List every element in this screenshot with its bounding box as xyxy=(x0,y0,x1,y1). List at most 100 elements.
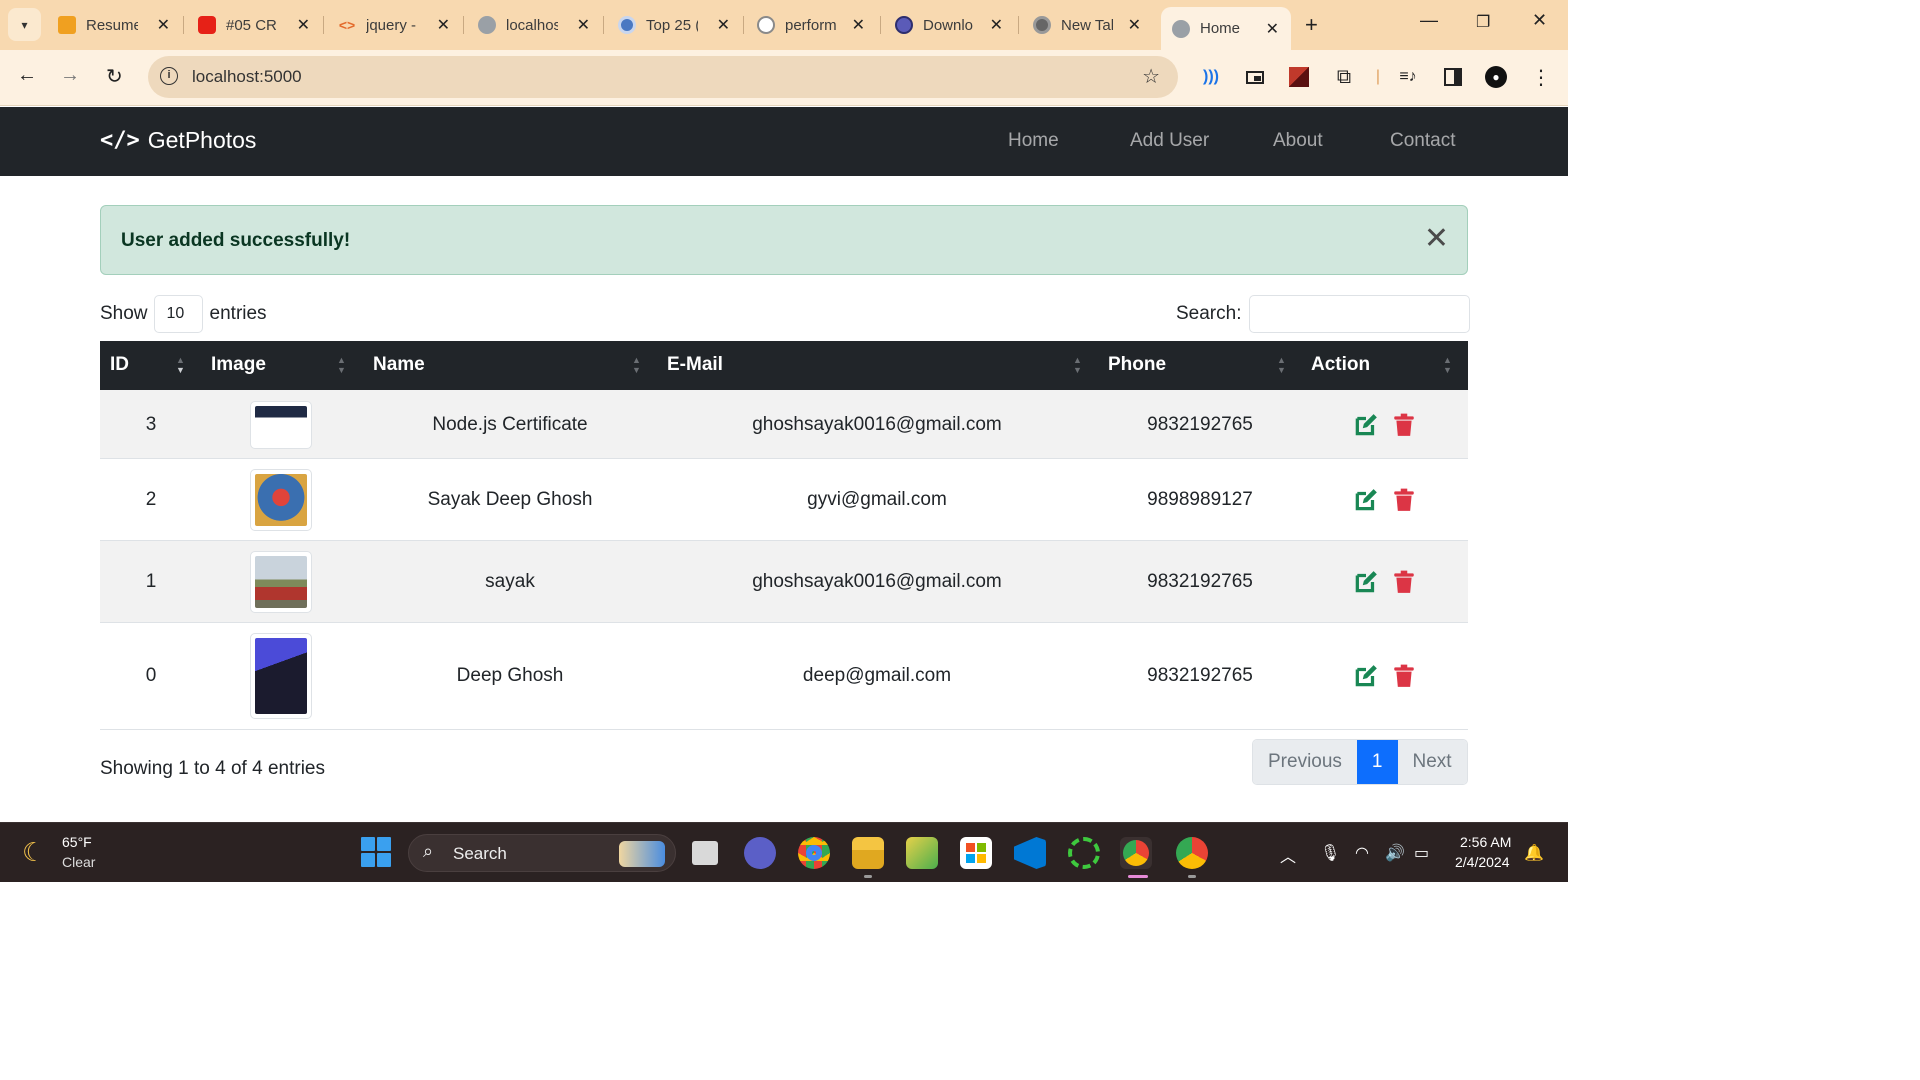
row-thumbnail[interactable] xyxy=(250,633,312,719)
side-panel-icon[interactable] xyxy=(1442,66,1464,88)
new-tab-plus-icon[interactable]: + xyxy=(1305,12,1318,38)
tab-close-icon[interactable]: ✕ xyxy=(852,15,865,35)
back-arrow-icon[interactable]: ← xyxy=(17,64,37,87)
cell-name: Deep Ghosh xyxy=(456,665,564,686)
chrome-profile-icon[interactable] xyxy=(1176,837,1208,869)
delete-trash-icon[interactable] xyxy=(1391,487,1417,513)
edit-icon[interactable] xyxy=(1353,569,1379,595)
alert-close-icon[interactable]: ✕ xyxy=(1424,222,1449,256)
nav-about[interactable]: About xyxy=(1273,130,1323,152)
nav-contact[interactable]: Contact xyxy=(1390,130,1455,152)
delete-trash-icon[interactable] xyxy=(1391,663,1417,689)
browser-tab[interactable]: Downlo ✕ xyxy=(895,9,1003,41)
page-button[interactable]: 1 xyxy=(1356,740,1398,784)
row-thumbnail[interactable] xyxy=(250,551,312,613)
tab-close-icon[interactable]: ✕ xyxy=(990,15,1003,35)
battery-icon[interactable]: ▭ xyxy=(1414,843,1429,863)
minimize-icon[interactable]: — xyxy=(1420,10,1438,31)
windows-start-icon[interactable] xyxy=(361,837,391,867)
microphone-icon[interactable]: 🎙 xyxy=(1320,843,1340,863)
task-view-icon[interactable] xyxy=(692,841,718,865)
edit-icon[interactable] xyxy=(1353,663,1379,689)
restore-icon[interactable]: ❐ xyxy=(1476,12,1490,32)
taskbar-search[interactable]: ⌕ Search xyxy=(408,834,676,872)
delete-trash-icon[interactable] xyxy=(1391,412,1417,438)
delete-trash-icon[interactable] xyxy=(1391,569,1417,595)
row-thumbnail[interactable] xyxy=(250,401,312,449)
media-control-icon[interactable]: ≡♪ xyxy=(1397,66,1419,88)
extension-icon[interactable] xyxy=(1288,66,1310,88)
col-header-image[interactable]: Image xyxy=(211,354,266,376)
col-header-email[interactable]: E-Mail xyxy=(667,354,723,376)
reload-icon[interactable]: ↻ xyxy=(106,64,123,89)
col-header-id[interactable]: ID xyxy=(110,354,129,376)
col-header-action[interactable]: Action xyxy=(1311,354,1370,376)
brand-link[interactable]: </> GetPhotos xyxy=(100,127,256,154)
sort-icon[interactable]: ▲ ▼ xyxy=(1073,355,1082,375)
weather-condition[interactable]: Clear xyxy=(62,854,95,870)
vscode-icon[interactable] xyxy=(1014,837,1046,869)
browser-tab[interactable]: Top 25 ( ✕ xyxy=(618,9,730,41)
microsoft-store-icon[interactable] xyxy=(960,837,992,869)
col-header-name[interactable]: Name xyxy=(373,354,425,376)
edit-icon[interactable] xyxy=(1353,412,1379,438)
sort-desc-icon[interactable]: ▲ ▼ xyxy=(176,355,185,375)
app-icon[interactable] xyxy=(1068,837,1100,869)
volume-icon[interactable]: 🔊 xyxy=(1385,843,1405,863)
profile-avatar[interactable]: ● xyxy=(1485,66,1507,88)
search-input[interactable] xyxy=(1249,295,1471,333)
browser-tab[interactable]: localhos ✕ xyxy=(478,9,590,41)
row-thumbnail[interactable] xyxy=(250,469,312,531)
tab-search-chevron-icon[interactable]: ▾ xyxy=(8,8,41,41)
nav-home[interactable]: Home xyxy=(1008,130,1059,152)
moon-weather-icon[interactable]: ☾ xyxy=(22,837,45,868)
sort-icon[interactable]: ▲ ▼ xyxy=(1277,355,1286,375)
browser-tab[interactable]: Resume ✕ xyxy=(58,9,170,41)
chrome-icon xyxy=(1033,16,1051,34)
tab-close-icon[interactable]: ✕ xyxy=(577,15,590,35)
browser-tab[interactable]: #05 CRU ✕ xyxy=(198,9,310,41)
app-icon[interactable] xyxy=(906,837,938,869)
wifi-icon[interactable]: ◠ xyxy=(1355,843,1369,863)
picture-in-picture-icon[interactable] xyxy=(1244,66,1266,88)
tab-close-icon[interactable]: ✕ xyxy=(717,15,730,35)
url-text[interactable]: localhost:5000 xyxy=(192,67,302,87)
site-info-icon[interactable]: i xyxy=(160,67,178,85)
tab-close-icon[interactable]: ✕ xyxy=(157,15,170,35)
read-aloud-icon[interactable]: ))) xyxy=(1200,66,1222,88)
browser-tab[interactable]: <> jquery - ✕ xyxy=(338,9,450,41)
extensions-puzzle-icon[interactable]: ⧉ xyxy=(1333,66,1355,88)
sort-icon[interactable]: ▲ ▼ xyxy=(632,355,641,375)
browser-tab-active[interactable]: Home P ✕ xyxy=(1161,7,1291,50)
notification-bell-icon[interactable]: 🔔 xyxy=(1524,843,1544,863)
chrome-profile-icon[interactable] xyxy=(1120,837,1152,869)
browser-tab[interactable]: perform ✕ xyxy=(757,9,865,41)
bookmark-star-icon[interactable]: ☆ xyxy=(1142,64,1160,89)
window-close-icon[interactable]: ✕ xyxy=(1532,10,1547,31)
teams-meet-icon[interactable] xyxy=(744,837,776,869)
tray-overflow-chevron-icon[interactable]: ︿ xyxy=(1280,843,1296,867)
clock-time[interactable]: 2:56 AM xyxy=(1460,834,1511,850)
address-bar[interactable]: i localhost:5000 ☆ xyxy=(148,56,1178,98)
portrait-image xyxy=(255,638,307,714)
sort-icon[interactable]: ▲ ▼ xyxy=(337,355,346,375)
sort-icon[interactable]: ▲ ▼ xyxy=(1443,355,1452,375)
edit-icon[interactable] xyxy=(1353,487,1379,513)
tab-close-icon[interactable]: ✕ xyxy=(297,15,310,35)
browser-tab[interactable]: New Tal ✕ xyxy=(1033,9,1141,41)
menu-kebab-icon[interactable]: ⋮ xyxy=(1530,66,1552,89)
tab-close-icon[interactable]: ✕ xyxy=(437,15,450,35)
entries-select[interactable]: 10 xyxy=(153,295,203,333)
forward-arrow-icon[interactable]: → xyxy=(60,64,80,87)
file-explorer-icon[interactable] xyxy=(852,837,884,869)
nav-add-user[interactable]: Add User xyxy=(1130,130,1209,152)
col-header-phone[interactable]: Phone xyxy=(1108,354,1166,376)
chrome-icon[interactable] xyxy=(798,837,830,869)
tab-title: perform xyxy=(785,16,837,34)
next-button[interactable]: Next xyxy=(1397,740,1467,784)
previous-button[interactable]: Previous xyxy=(1253,740,1357,784)
clock-date[interactable]: 2/4/2024 xyxy=(1455,854,1510,870)
tab-close-icon[interactable]: ✕ xyxy=(1266,19,1279,39)
tab-close-icon[interactable]: ✕ xyxy=(1128,15,1141,35)
weather-temperature[interactable]: 65°F xyxy=(62,834,92,850)
